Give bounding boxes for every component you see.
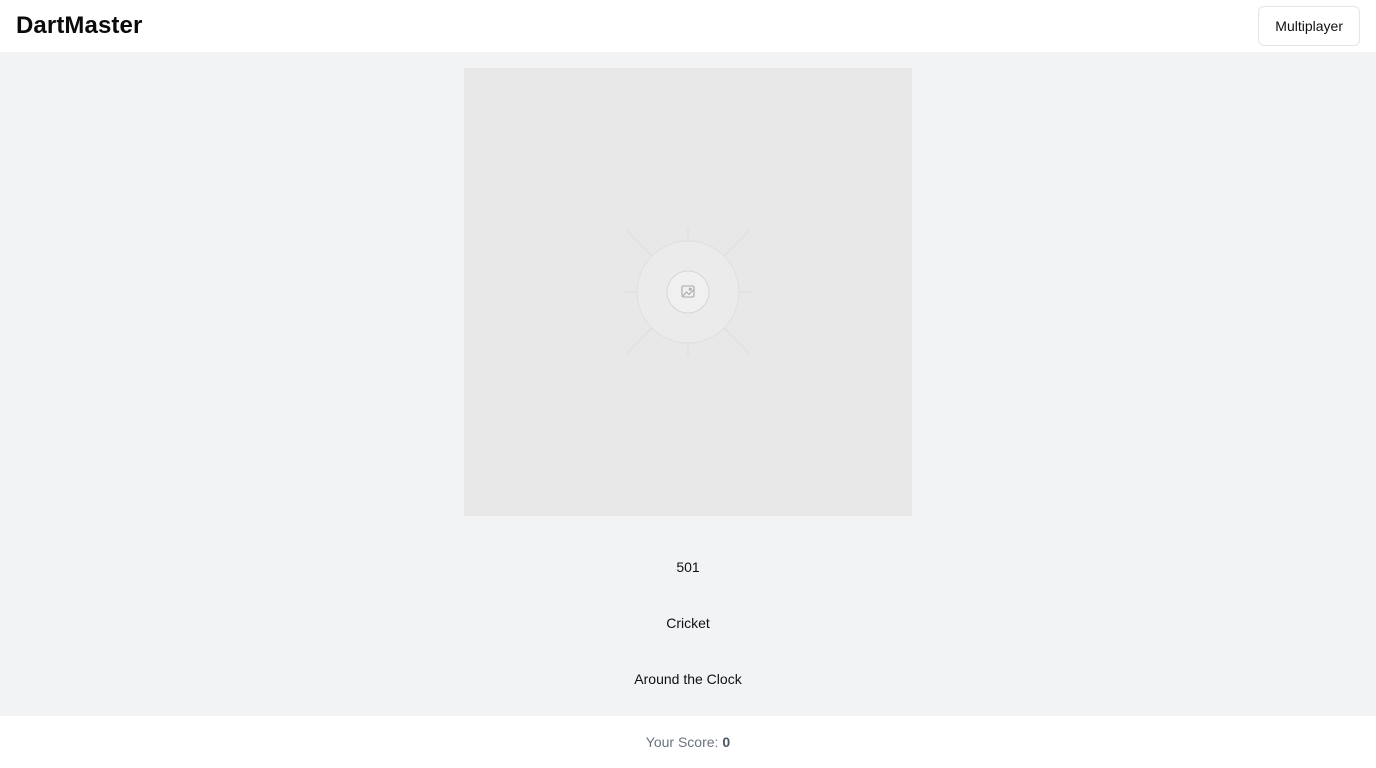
image-placeholder-icon [624, 228, 752, 356]
app-title: DartMaster [16, 12, 143, 39]
main-area: 501 Cricket Around the Clock [0, 52, 1376, 716]
mode-around-the-clock-button[interactable]: Around the Clock [0, 669, 1376, 689]
multiplayer-button[interactable]: Multiplayer [1258, 6, 1360, 46]
mode-cricket-button[interactable]: Cricket [0, 613, 1376, 633]
dartboard-image[interactable] [464, 68, 912, 516]
score-value: 0 [722, 734, 731, 750]
score-label: Your Score: [645, 734, 719, 750]
top-bar: DartMaster Multiplayer [0, 0, 1376, 52]
mode-501-button[interactable]: 501 [0, 557, 1376, 577]
score-bar: Your Score: 0 [0, 716, 1376, 768]
